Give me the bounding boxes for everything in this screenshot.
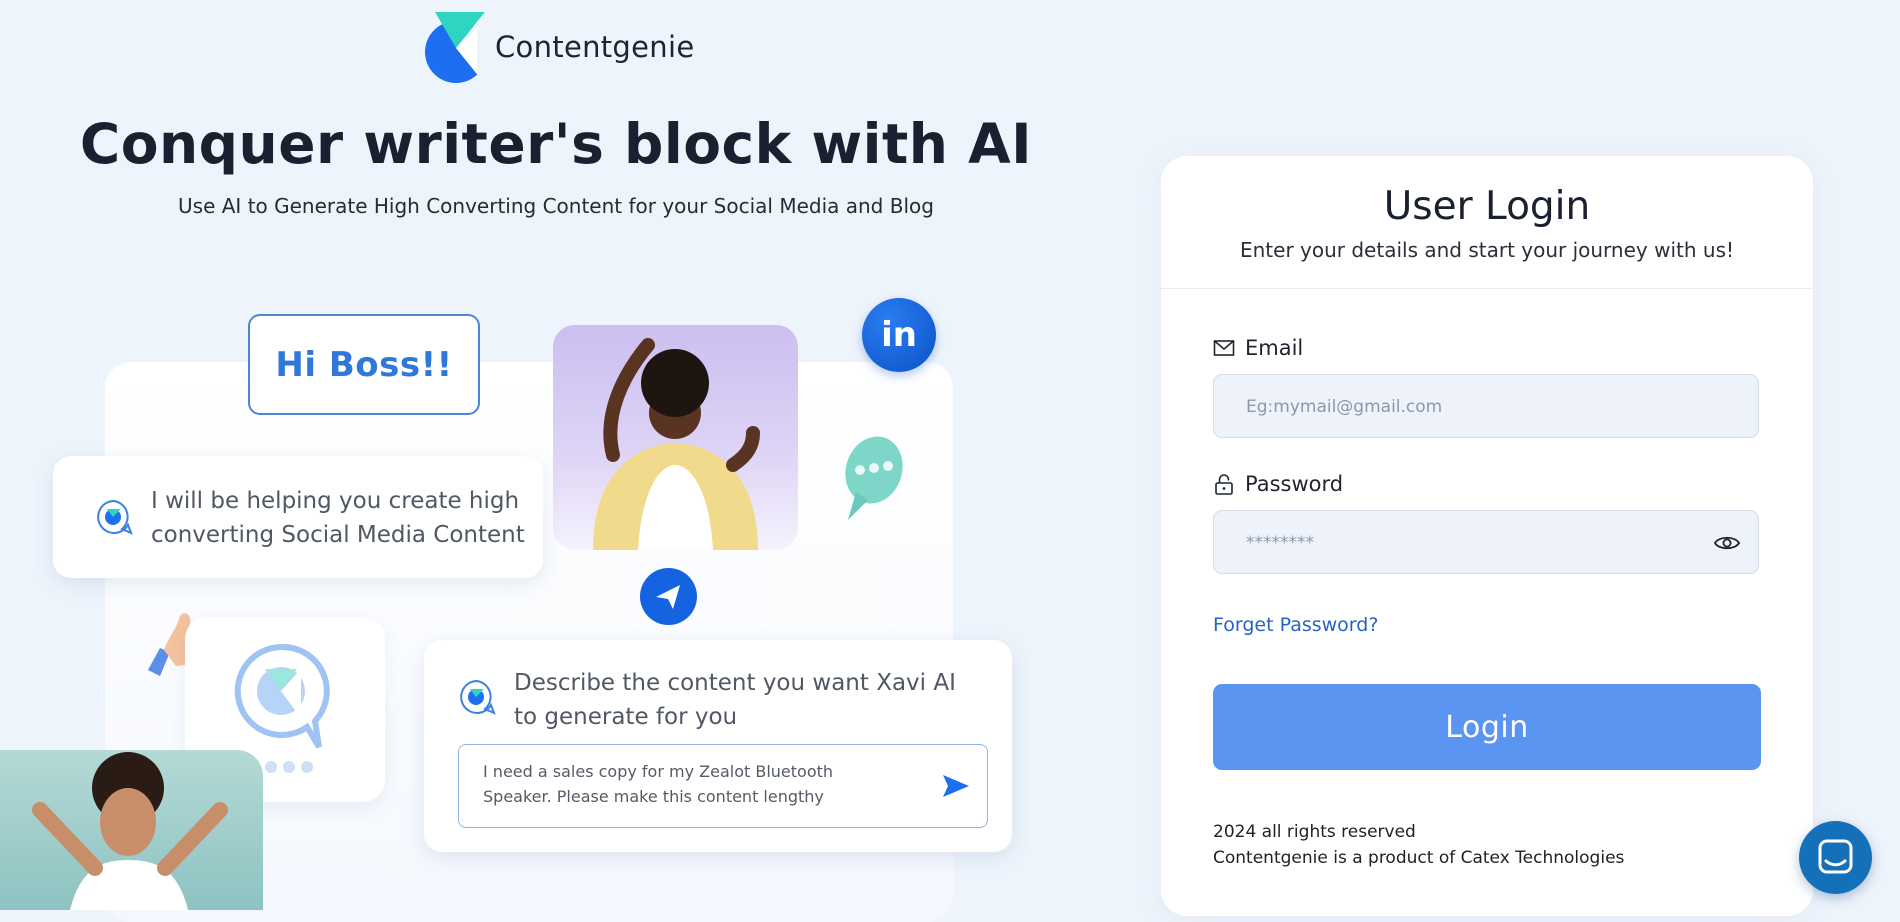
support-chat-button[interactable] — [1799, 821, 1872, 894]
email-input[interactable] — [1244, 375, 1688, 439]
greeting-bubble: Hi Boss!! — [248, 314, 480, 415]
bot-logo-icon — [460, 679, 496, 715]
email-label: Email — [1213, 336, 1303, 360]
describe-content-card: Describe the content you want Xavi AI to… — [424, 640, 1012, 852]
password-input[interactable] — [1244, 511, 1688, 575]
chat-bubble-3d-icon — [845, 436, 903, 520]
login-title: User Login — [1383, 184, 1591, 229]
brand-name: Contentgenie — [495, 30, 695, 64]
typing-dots — [265, 761, 313, 773]
email-field-wrapper — [1213, 374, 1759, 439]
email-label-text: Email — [1245, 336, 1304, 360]
linkedin-badge-text: in — [881, 315, 917, 355]
describe-content-text: Describe the content you want Xavi AI to… — [514, 670, 956, 730]
chat-icon — [1818, 839, 1853, 874]
lock-icon — [1215, 474, 1233, 495]
show-password-eye-icon[interactable] — [1714, 533, 1740, 553]
bot-logo-icon — [97, 499, 133, 535]
bot-bubble-icon — [234, 643, 330, 749]
linkedin-icon: in — [862, 298, 936, 372]
paper-plane-icon — [640, 568, 697, 625]
hero-headline: Conquer writer's block with AI — [79, 112, 1033, 176]
brand-logo[interactable]: Contentgenie — [425, 8, 694, 86]
password-label-text: Password — [1245, 472, 1344, 496]
divider — [1161, 288, 1813, 289]
login-subtitle: Enter your details and start your journe… — [1239, 238, 1735, 262]
send-arrow-icon — [943, 775, 969, 797]
example-prompt-text: I need a sales copy for my Zealot Blueto… — [483, 762, 834, 806]
helper-message-text: I will be helping you create high conver… — [151, 488, 525, 548]
excited-woman-photo — [0, 750, 263, 910]
login-button[interactable]: Login — [1213, 684, 1761, 770]
example-prompt-box: I need a sales copy for my Zealot Blueto… — [458, 744, 988, 828]
helper-message-card: I will be helping you create high conver… — [53, 456, 543, 578]
forgot-password-link[interactable]: Forget Password? — [1213, 614, 1378, 636]
envelope-icon — [1213, 340, 1235, 356]
excited-woman-illustration-icon — [32, 752, 228, 910]
password-field-wrapper — [1213, 510, 1759, 575]
product-note-text: Contentgenie is a product of Catex Techn… — [1213, 848, 1625, 868]
dancing-woman-photo — [553, 325, 798, 550]
woman-illustration-icon — [593, 338, 760, 550]
password-label: Password — [1213, 472, 1343, 496]
hero-subheadline: Use AI to Generate High Converting Conte… — [178, 194, 934, 218]
copyright-text: 2024 all rights reserved — [1213, 822, 1416, 842]
login-card: User Login Enter your details and start … — [1161, 156, 1813, 916]
contentgenie-logo-icon — [425, 12, 491, 84]
